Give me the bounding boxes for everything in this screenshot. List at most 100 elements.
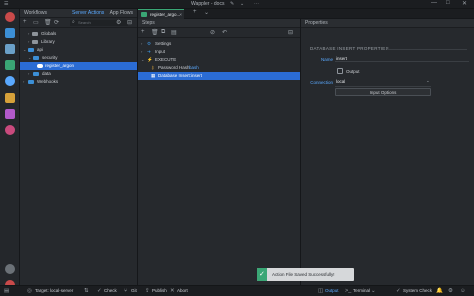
- steps-panel: Steps + 🗑 ⧉ ▤ ⊘ ↶ ⊟ › ⚙ Settings › ➜ Inp…: [138, 19, 301, 285]
- step-input[interactable]: › ➜ Input: [138, 48, 300, 56]
- name-field[interactable]: insert: [335, 54, 469, 62]
- chevron-right-icon[interactable]: ›: [28, 30, 29, 38]
- edit-icon[interactable]: ✎: [230, 1, 234, 7]
- chevron-down-icon[interactable]: ⌄: [371, 286, 376, 296]
- git-icon: ⑂: [124, 288, 128, 294]
- tree-item-register-argon[interactable]: register_argon: [20, 62, 137, 70]
- tree-item-label: api: [37, 47, 44, 52]
- output-button[interactable]: Output: [325, 286, 339, 296]
- system-check-button[interactable]: System Check: [403, 286, 432, 296]
- chevron-right-icon[interactable]: ›: [141, 40, 142, 48]
- chevron-right-icon[interactable]: ›: [23, 78, 24, 86]
- extensions-icon[interactable]: [5, 109, 15, 119]
- properties-title: Properties: [305, 20, 328, 26]
- terminal-button[interactable]: Terminal: [353, 286, 370, 296]
- delete-icon[interactable]: 🗑: [151, 29, 159, 36]
- project-logo-icon[interactable]: [5, 12, 15, 22]
- collapse-icon[interactable]: ⊟: [127, 19, 132, 26]
- connection-select[interactable]: local: [336, 79, 345, 84]
- app-menu-icon[interactable]: ☰: [4, 1, 8, 7]
- abort-button[interactable]: Abort: [177, 286, 188, 296]
- tab-server-actions[interactable]: Server Actions: [72, 10, 104, 16]
- step-settings[interactable]: › ⚙ Settings: [138, 40, 300, 48]
- tree-item-label: Globals: [41, 31, 57, 36]
- check-icon: ✓: [259, 271, 265, 278]
- add-step-icon[interactable]: +: [141, 29, 145, 35]
- settings-icon[interactable]: ⚙: [116, 19, 121, 26]
- database-icon[interactable]: [5, 76, 15, 86]
- new-tab-icon[interactable]: +: [193, 9, 197, 15]
- tree-item-security[interactable]: ⌄ security: [20, 54, 137, 62]
- tree-item-data[interactable]: › data: [20, 70, 137, 78]
- undo-icon[interactable]: ↶: [222, 29, 227, 36]
- chevron-right-icon[interactable]: ›: [28, 70, 29, 78]
- gear-icon: ⚙: [147, 41, 152, 46]
- chevron-down-icon[interactable]: ⌄: [240, 1, 244, 7]
- chevron-down-icon[interactable]: ⌄: [28, 54, 31, 62]
- status-bar: ▤ ◎ Target: local-server ⇅ ✓ Check ⑂ Git…: [0, 285, 474, 296]
- copy-icon[interactable]: ⧉: [161, 29, 165, 36]
- tree-item-label: security: [42, 55, 58, 60]
- target-select[interactable]: Target: local-server: [35, 286, 73, 296]
- editor-icon[interactable]: [5, 44, 15, 54]
- more-icon[interactable]: ⋯: [254, 1, 259, 7]
- delete-icon[interactable]: 🗑: [44, 19, 52, 26]
- chevron-right-icon[interactable]: ›: [28, 38, 29, 46]
- check-button[interactable]: Check: [104, 286, 117, 296]
- chevron-down-icon[interactable]: ⌄: [23, 46, 26, 54]
- chevron-down-icon[interactable]: ⌄: [141, 56, 144, 64]
- tab-register-argon[interactable]: register_argo... ×: [138, 9, 184, 19]
- minimize-button[interactable]: —: [431, 0, 437, 6]
- execute-icon: ⚡: [147, 57, 153, 62]
- workflows-panel: Workflows Server Actions App Flows + ▭ 🗑…: [20, 9, 138, 285]
- gear-icon[interactable]: [5, 264, 15, 274]
- paste-icon[interactable]: ▤: [171, 29, 177, 36]
- tree-item-webhooks[interactable]: › Webhooks: [20, 78, 137, 86]
- close-window-button[interactable]: ✕: [462, 0, 467, 7]
- add-icon[interactable]: +: [23, 19, 27, 25]
- workflows-header: Workflows Server Actions App Flows: [20, 9, 137, 18]
- search-icon[interactable]: [5, 125, 15, 135]
- step-password-hash[interactable]: ⚷ Password Hash: hash: [138, 64, 300, 72]
- bell-icon[interactable]: 🔔: [436, 286, 443, 296]
- close-icon[interactable]: ×: [179, 10, 182, 19]
- new-folder-icon[interactable]: ▭: [33, 19, 39, 26]
- tree-item-api[interactable]: ⌄ api: [20, 46, 137, 54]
- chevron-down-icon[interactable]: ⌄: [204, 9, 209, 16]
- publish-icon: ⇪: [145, 288, 150, 294]
- tab-app-flows[interactable]: App Flows: [110, 10, 133, 16]
- title-bar: ☰ Wappler - docs ✎ ⌄ ⋯ — □ ✕: [0, 0, 474, 9]
- publish-button[interactable]: Publish: [152, 286, 167, 296]
- maximize-button[interactable]: □: [446, 0, 450, 6]
- step-database-insert[interactable]: ▦ Database Insert: insert: [138, 72, 300, 80]
- disable-icon[interactable]: ⊘: [210, 29, 215, 36]
- tree-item-library[interactable]: › Library: [20, 38, 137, 46]
- activity-bar: [0, 9, 20, 290]
- workflows-title: Workflows: [24, 10, 47, 16]
- tree-item-label: register_argon: [45, 63, 75, 68]
- check-icon: ✓: [97, 288, 102, 294]
- resource-manager-icon[interactable]: [5, 93, 15, 103]
- step-execute[interactable]: ⌄ ⚡ EXECUTE: [138, 56, 300, 64]
- output-checkbox[interactable]: [337, 68, 343, 74]
- settings-icon[interactable]: ⚙: [448, 286, 453, 296]
- step-label: EXECUTE: [155, 57, 177, 62]
- tree-item-globals[interactable]: › Globals: [20, 30, 137, 38]
- server-action-icon: [141, 12, 147, 17]
- refresh-icon[interactable]: ⟳: [54, 19, 59, 26]
- output-icon: ◫: [318, 288, 324, 294]
- chevron-down-icon[interactable]: ⌄: [426, 78, 430, 84]
- user-icon[interactable]: ☺: [460, 286, 466, 296]
- input-options-button[interactable]: Input Options: [335, 88, 431, 96]
- abort-icon: ✕: [170, 288, 175, 294]
- chevron-right-icon[interactable]: ›: [141, 48, 142, 56]
- steps-title: Steps: [142, 20, 155, 26]
- sync-icon[interactable]: ⇅: [84, 286, 89, 296]
- design-view-icon[interactable]: [5, 28, 15, 38]
- git-button[interactable]: Git: [131, 286, 137, 296]
- folder-icon: [33, 56, 39, 60]
- collapse-icon[interactable]: ⊟: [288, 29, 293, 36]
- workflows-icon[interactable]: [5, 60, 15, 70]
- step-label: Input: [155, 49, 166, 54]
- globe-icon: ◎: [27, 288, 32, 294]
